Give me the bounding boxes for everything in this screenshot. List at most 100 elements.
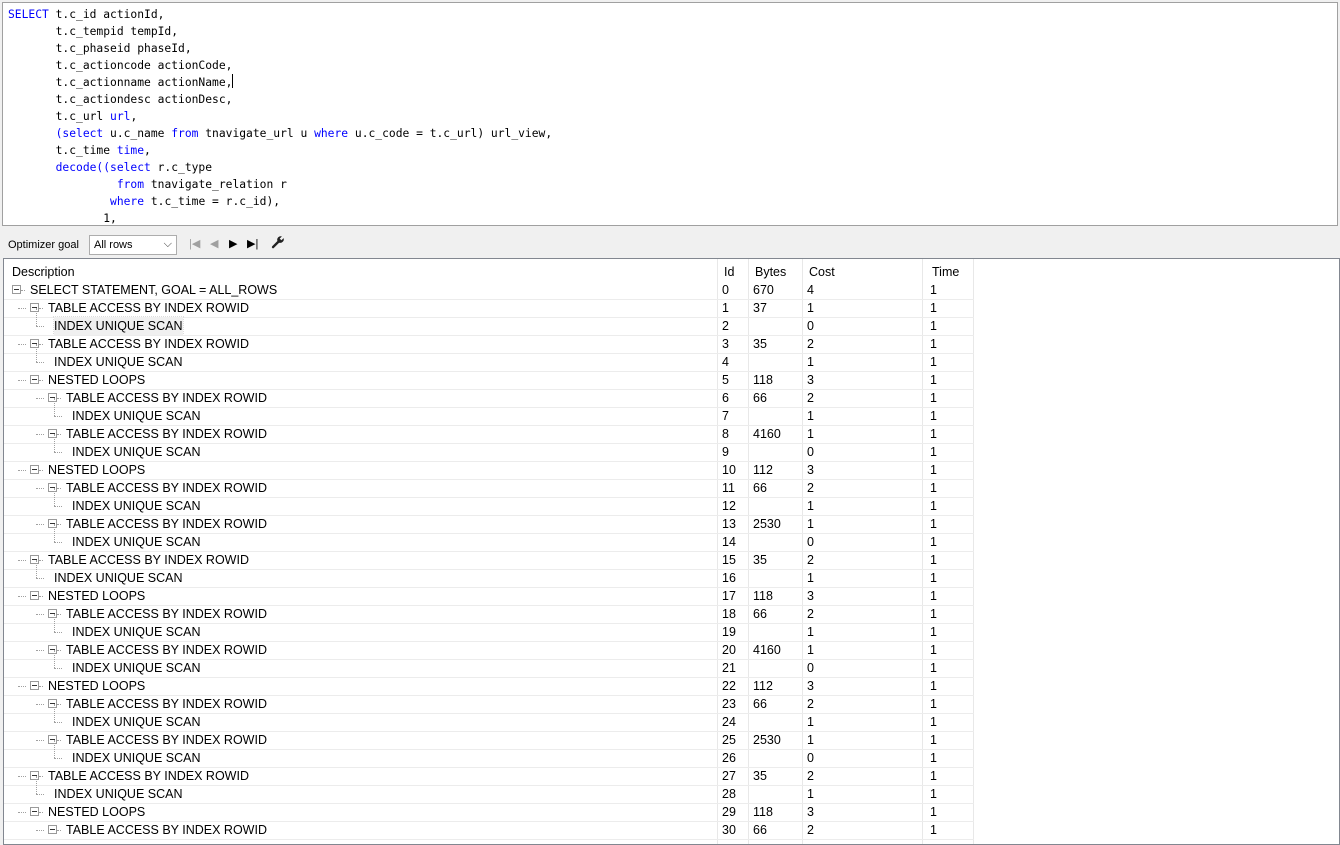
plan-row[interactable]: TABLE ACCESS BY INDEX ROWID 18 66 2 1 [4, 605, 974, 623]
collapse-toggle-icon[interactable] [48, 825, 57, 834]
collapse-toggle-icon[interactable] [30, 591, 39, 600]
plan-row[interactable]: INDEX UNIQUE SCAN 12 1 1 [4, 488, 974, 515]
plan-bytes: 4160 [753, 643, 781, 657]
last-record-icon[interactable]: ▶| [247, 237, 258, 250]
plan-row[interactable]: TABLE ACCESS BY INDEX ROWID 20 4160 1 1 [4, 641, 974, 659]
plan-row[interactable]: TABLE ACCESS BY INDEX ROWID 27 35 2 1 [4, 767, 974, 785]
sql-editor[interactable]: SELECT t.c_id actionId, t.c_tempid tempI… [2, 2, 1338, 226]
collapse-toggle-icon[interactable] [48, 735, 57, 744]
plan-row[interactable]: INDEX UNIQUE SCAN 19 1 1 [4, 614, 974, 641]
plan-operation: TABLE ACCESS BY INDEX ROWID [66, 733, 267, 747]
plan-row[interactable]: INDEX UNIQUE SCAN 9 0 1 [4, 434, 974, 461]
plan-operation: INDEX UNIQUE SCAN [54, 571, 183, 585]
plan-time: 1 [930, 319, 937, 333]
collapse-toggle-icon[interactable] [48, 645, 57, 654]
collapse-toggle-icon[interactable] [48, 393, 57, 402]
plan-row[interactable]: INDEX UNIQUE SCAN 16 1 1 [4, 560, 974, 587]
tree-connector [36, 362, 44, 363]
plan-row[interactable]: INDEX UNIQUE SCAN 4 1 1 [4, 344, 974, 371]
plan-cost: 3 [807, 679, 814, 693]
next-record-icon[interactable]: ▶ [229, 237, 237, 250]
tree-connector [54, 452, 62, 453]
plan-row[interactable]: TABLE ACCESS BY INDEX ROWID 30 66 2 1 [4, 821, 974, 839]
code-line: where t.c_time = r.c_id), [8, 193, 1337, 210]
collapse-toggle-icon[interactable] [48, 699, 57, 708]
collapse-toggle-icon[interactable] [48, 519, 57, 528]
tree-connector [39, 470, 43, 471]
collapse-toggle-icon[interactable] [48, 609, 57, 618]
plan-row[interactable]: INDEX UNIQUE SCAN 24 1 1 [4, 704, 974, 731]
code-line: t.c_actiondesc actionDesc, [8, 91, 1337, 108]
collapse-toggle-icon[interactable] [12, 285, 21, 294]
plan-row[interactable]: SELECT STATEMENT, GOAL = ALL_ROWS 0 670 4 1 [4, 281, 974, 299]
plan-time: 1 [930, 355, 937, 369]
collapse-toggle-icon[interactable] [30, 555, 39, 564]
collapse-toggle-icon[interactable] [30, 681, 39, 690]
prev-record-icon[interactable]: ◀ [210, 237, 218, 250]
plan-row[interactable]: TABLE ACCESS BY INDEX ROWID 13 2530 1 1 [4, 515, 974, 533]
header-id[interactable]: Id [722, 263, 734, 281]
plan-bytes: 66 [753, 391, 767, 405]
code-line: t.c_phaseid phaseId, [8, 40, 1337, 57]
plan-id: 29 [722, 805, 736, 819]
plan-id: 22 [722, 679, 736, 693]
wrench-icon[interactable] [271, 235, 285, 252]
header-cost[interactable]: Cost [807, 263, 835, 281]
plan-time: 1 [930, 643, 937, 657]
header-description[interactable]: Description [10, 263, 75, 281]
collapse-toggle-icon[interactable] [30, 465, 39, 474]
plan-id: 20 [722, 643, 736, 657]
plan-row[interactable]: INDEX UNIQUE SCAN 26 0 1 [4, 740, 974, 767]
plan-cost: 1 [807, 733, 814, 747]
plan-id: 26 [722, 751, 736, 765]
plan-time: 1 [930, 751, 937, 765]
plan-row[interactable]: NESTED LOOPS 5 118 3 1 [4, 371, 974, 389]
collapse-toggle-icon[interactable] [48, 483, 57, 492]
chevron-down-icon: ⌵ [163, 238, 172, 250]
plan-row[interactable]: INDEX UNIQUE SCAN 28 1 1 [4, 776, 974, 803]
plan-row[interactable]: INDEX UNIQUE SCAN 21 0 1 [4, 650, 974, 677]
collapse-toggle-icon[interactable] [30, 375, 39, 384]
plan-row[interactable]: TABLE ACCESS BY INDEX ROWID 1 37 1 1 [4, 299, 974, 317]
tree-connector [39, 776, 43, 777]
plan-operation: INDEX UNIQUE SCAN [72, 409, 201, 423]
tree-connector [36, 650, 44, 651]
plan-row[interactable]: TABLE ACCESS BY INDEX ROWID 23 66 2 1 [4, 695, 974, 713]
collapse-toggle-icon[interactable] [30, 807, 39, 816]
plan-cost: 0 [807, 661, 814, 675]
sql-keyword: time [116, 144, 145, 157]
tree-connector [57, 704, 61, 705]
plan-bytes: 118 [753, 373, 773, 387]
plan-row[interactable]: NESTED LOOPS 22 112 3 1 [4, 677, 974, 695]
collapse-toggle-icon[interactable] [48, 429, 57, 438]
header-time[interactable]: Time [930, 263, 959, 281]
plan-row[interactable]: NESTED LOOPS 10 112 3 1 [4, 461, 974, 479]
plan-row[interactable]: TABLE ACCESS BY INDEX ROWID 11 66 2 1 [4, 479, 974, 497]
collapse-toggle-icon[interactable] [30, 339, 39, 348]
plan-row[interactable]: TABLE ACCESS BY INDEX ROWID 8 4160 1 1 [4, 425, 974, 443]
tree-connector [36, 740, 44, 741]
plan-id: 27 [722, 769, 736, 783]
first-record-icon[interactable]: |◀ [189, 237, 200, 250]
plan-row[interactable]: INDEX UNIQUE SCAN 2 0 1 [4, 308, 974, 336]
plan-row[interactable]: TABLE ACCESS BY INDEX ROWID 25 2530 1 1 [4, 731, 974, 749]
tree-connector [18, 470, 26, 471]
plan-row[interactable]: TABLE ACCESS BY INDEX ROWID 15 35 2 1 [4, 551, 974, 569]
plan-toolbar: Optimizer goal All rows ⌵ |◀ ◀ ▶ ▶| [0, 232, 1340, 258]
plan-row[interactable]: TABLE ACCESS BY INDEX ROWID 3 35 2 1 [4, 335, 974, 353]
plan-id: 18 [722, 607, 736, 621]
plan-row[interactable]: INDEX UNIQUE SCAN 14 0 1 [4, 524, 974, 551]
plan-row[interactable]: TABLE ACCESS BY INDEX ROWID 6 66 2 1 [4, 389, 974, 407]
header-bytes[interactable]: Bytes [753, 263, 786, 281]
tree-connector [54, 506, 62, 507]
plan-operation: INDEX UNIQUE SCAN [72, 535, 201, 549]
plan-row[interactable]: NESTED LOOPS 17 118 3 1 [4, 587, 974, 605]
collapse-toggle-icon[interactable] [30, 771, 39, 780]
optimizer-goal-select[interactable]: All rows ⌵ [89, 235, 177, 255]
plan-row[interactable]: NESTED LOOPS 29 118 3 1 [4, 803, 974, 821]
plan-row[interactable]: INDEX UNIQUE SCAN 7 1 1 [4, 398, 974, 425]
execution-plan-grid[interactable]: Description Id Bytes Cost Time SELECT ST… [3, 258, 1340, 845]
tree-connector [54, 488, 55, 506]
collapse-toggle-icon[interactable] [30, 303, 39, 312]
plan-cost: 0 [807, 445, 814, 459]
